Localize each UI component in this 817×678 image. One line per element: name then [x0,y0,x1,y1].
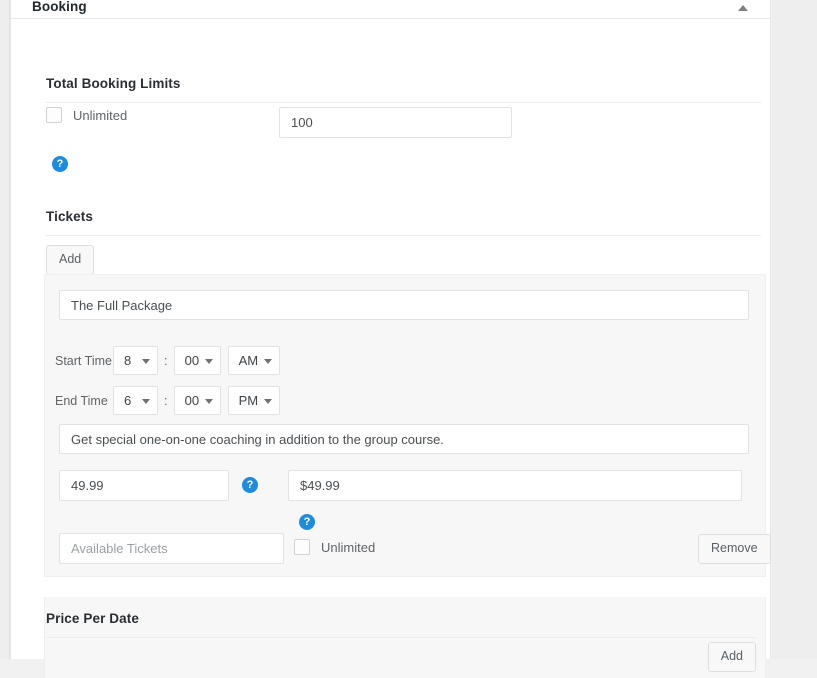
chevron-down-icon [263,399,272,404]
start-time-meridiem-select[interactable]: AM [227,346,280,375]
add-ticket-button[interactable]: Add [46,245,95,275]
end-time-hour-value: 6 [124,393,132,408]
ticket-price-display-input[interactable] [288,470,742,501]
section-divider [46,235,761,236]
section-heading-tickets: Tickets [46,209,93,224]
remove-ticket-button[interactable]: Remove [698,534,771,564]
end-time-label: End Time [55,393,108,408]
start-time-separator: : [164,353,168,368]
booking-metabox-header: Booking [11,0,770,19]
help-icon[interactable]: ? [242,477,258,493]
section-tickets: Tickets Add Start Time 8 : [44,209,771,577]
start-time-hour-value: 8 [124,353,132,368]
help-icon[interactable]: ? [52,156,68,172]
end-time-meridiem-select[interactable]: PM [227,386,280,415]
start-time-minute-select[interactable]: 00 [173,346,221,375]
end-time-meridiem-value: PM [238,393,259,408]
end-time-separator: : [164,393,168,408]
end-time-minute-value: 00 [184,393,200,408]
ticket-description-input[interactable] [59,424,749,454]
chevron-down-icon [263,359,272,364]
ticket-name-input[interactable] [59,290,749,320]
unlimited-checkbox[interactable] [46,107,62,123]
start-time-meridiem-value: AM [238,353,259,368]
start-time-minute-value: 00 [184,353,200,368]
ticket-unlimited-checkbox-row: Unlimited [294,539,375,555]
right-gutter [772,0,817,659]
ticket-unlimited-checkbox[interactable] [294,539,310,555]
add-price-per-date-button[interactable]: Add [707,642,756,672]
ticket-unlimited-checkbox-label: Unlimited [321,539,376,555]
section-price-per-date: Price Per Date Add [46,611,756,672]
unlimited-checkbox-row: Unlimited [46,107,127,123]
left-gutter [0,0,10,659]
booking-metabox: Booking Total Booking Limits Unlimited ?… [10,0,771,678]
section-heading-price-per-date: Price Per Date [46,611,139,626]
start-time-row: Start Time 8 : 00 AM [55,346,280,375]
chevron-down-icon [142,359,150,364]
available-tickets-input[interactable] [59,533,284,564]
section-heading-total-booking-limits: Total Booking Limits [46,76,181,91]
section-total-booking-limits: Total Booking Limits Unlimited ? [46,76,761,172]
total-booking-limit-input[interactable] [279,107,512,138]
caret-up-glyph [738,5,748,11]
help-icon[interactable]: ? [299,514,315,530]
ticket-card: Start Time 8 : 00 AM [44,274,771,577]
chevron-down-icon [204,399,213,404]
unlimited-checkbox-label: Unlimited [73,107,128,123]
end-time-hour-select[interactable]: 6 [113,386,158,415]
caret-up-icon[interactable] [731,0,757,18]
end-time-row: End Time 6 : 00 PM [55,386,280,415]
chevron-down-icon [204,359,213,364]
section-divider [46,637,756,638]
chevron-down-icon [142,399,150,404]
ticket-price-input[interactable] [59,470,229,501]
page-title: Booking [32,0,87,14]
start-time-label: Start Time [55,353,112,368]
page-root: Booking Total Booking Limits Unlimited ?… [0,0,817,678]
start-time-hour-select[interactable]: 8 [113,346,158,375]
end-time-minute-select[interactable]: 00 [173,386,221,415]
section-divider [46,102,761,103]
